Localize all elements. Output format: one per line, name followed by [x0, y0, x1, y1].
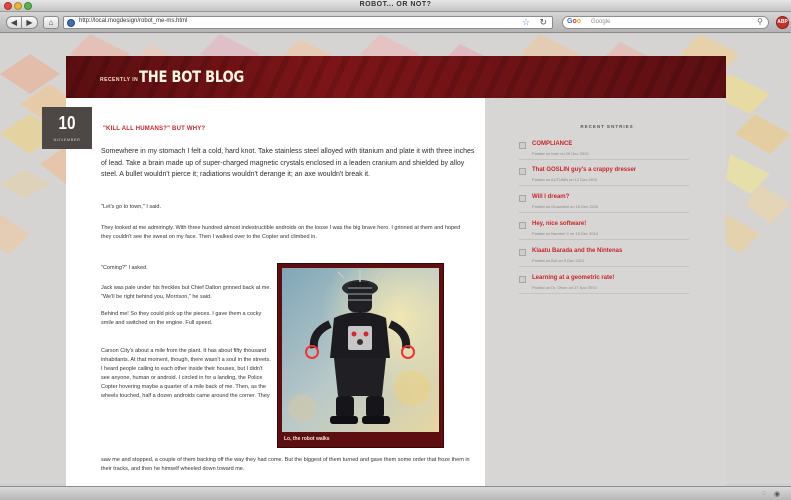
entry-bullet-icon	[519, 276, 526, 283]
post-paragraph: They looked at me admiringly. With three…	[101, 225, 461, 240]
recent-entry[interactable]: Will I dream? Posted on Grounded on 16 D…	[519, 193, 689, 213]
recent-entry-meta: Posted on AUTUMN on 12 Dec 2010	[532, 177, 598, 182]
post-lead-paragraph: Somewhere in my stomach I felt a cold, h…	[101, 148, 475, 178]
robot-illustration	[282, 268, 439, 432]
recent-entry[interactable]: COMPLIANCE Posted on Inter on 28 Dec 201…	[519, 140, 689, 160]
post-photo-frame: Lo, the robot walks	[277, 263, 444, 448]
entry-bullet-icon	[519, 142, 526, 149]
header-pretitle: RECENTLY IN	[100, 77, 139, 83]
search-bar[interactable]: Goo Google ⚲	[562, 16, 769, 29]
recent-entry-title[interactable]: COMPLIANCE	[532, 141, 572, 147]
bookmark-star-icon[interactable]: ☆	[522, 17, 530, 28]
entry-bullet-icon	[519, 168, 526, 175]
recent-entry-meta: Posted on Bot on 9 Dec 2010	[532, 258, 585, 263]
post-paragraph: Behind me! So they could pick up the pie…	[101, 311, 262, 326]
window-title: ROBOT... OR NOT?	[359, 1, 432, 8]
address-url[interactable]: http://local.mogdesign/robot_me-ms.html	[79, 18, 187, 24]
address-bar[interactable]: http://local.mogdesign/robot_me-ms.html …	[63, 16, 553, 29]
robot-photo[interactable]	[282, 268, 439, 432]
post-title[interactable]: "KILL ALL HUMANS?" BUT WHY?	[103, 126, 205, 132]
recent-entry-meta: Posted on Inter on 28 Dec 2010	[532, 151, 589, 156]
post-paragraph: "Coming?" I asked.	[101, 265, 148, 271]
browser-statusbar: ◌ ◉	[0, 486, 791, 500]
recent-entry-meta: Posted on Dr. Otron on 27 Nov 2010	[532, 285, 597, 290]
recent-entry[interactable]: That GOSLIN guy's a crappy dresser Poste…	[519, 166, 689, 186]
recent-entry-title[interactable]: Hey, nice software!	[532, 221, 586, 227]
forward-button[interactable]: ▶	[22, 16, 38, 29]
recent-entry-title[interactable]: That GOSLIN guy's a crappy dresser	[532, 167, 636, 173]
recent-entry[interactable]: Klaatu Barada and the Nintenas Posted on…	[519, 247, 689, 267]
home-button[interactable]: ⌂	[43, 16, 59, 29]
search-icon[interactable]: ⚲	[757, 17, 763, 26]
post-paragraph: Carson City's about a mile from the plan…	[101, 348, 271, 399]
status-addon-icon[interactable]: ◉	[774, 490, 780, 498]
date-month: NOVEMBER	[53, 137, 81, 142]
post-paragraph: Jack was pale under his freckles but Chi…	[101, 285, 271, 300]
recent-entry[interactable]: Hey, nice software! Posted on Number 2 o…	[519, 220, 689, 240]
browser-toolbar: ◀ ▶ ⌂ http://local.mogdesign/robot_me-ms…	[0, 12, 791, 33]
recent-entry-meta: Posted on Grounded on 16 Dec 2010	[532, 204, 599, 209]
search-input[interactable]: Google	[591, 19, 610, 25]
date-badge: 10 NOVEMBER	[42, 107, 92, 149]
recent-entry-title[interactable]: Will I dream?	[532, 194, 569, 200]
recent-entry-meta: Posted on Number 2 on 15 Dec 2010	[532, 231, 599, 236]
blog-title[interactable]: THE BOT BLOG	[139, 67, 244, 86]
photo-caption: Lo, the robot walks	[284, 436, 330, 442]
sidebar-heading: RECENT ENTRIES	[580, 124, 634, 129]
entry-bullet-icon	[519, 222, 526, 229]
recent-entry-title[interactable]: Learning at a geometric rate!	[532, 275, 614, 281]
back-button[interactable]: ◀	[6, 16, 22, 29]
recent-entry[interactable]: Learning at a geometric rate! Posted on …	[519, 274, 689, 294]
post-paragraph: saw me and stopped, a couple of them bac…	[101, 457, 470, 472]
reload-icon[interactable]: ↻	[539, 17, 547, 28]
recent-entry-title[interactable]: Klaatu Barada and the Nintenas	[532, 248, 622, 254]
blog-header: RECENTLY IN THE BOT BLOG	[66, 56, 726, 98]
post-paragraph: "Let's go to town," I said.	[101, 204, 161, 210]
globe-icon	[67, 19, 75, 27]
search-engine-logo[interactable]: Goo	[567, 18, 581, 25]
entry-bullet-icon	[519, 195, 526, 202]
entry-bullet-icon	[519, 249, 526, 256]
status-plugin-icon[interactable]: ◌	[762, 490, 766, 497]
date-day: 10	[58, 113, 76, 133]
window-titlebar: ROBOT... OR NOT?	[0, 0, 791, 12]
adblock-button[interactable]: ABP	[776, 16, 789, 29]
